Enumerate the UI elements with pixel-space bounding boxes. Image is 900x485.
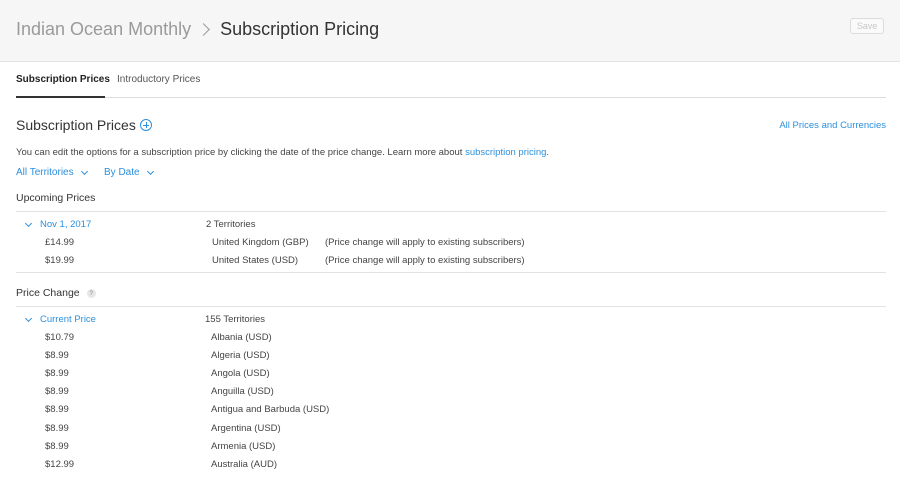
- question-icon[interactable]: ?: [86, 288, 96, 298]
- price-value: $8.99: [45, 423, 69, 434]
- section-title: Subscription Prices: [16, 117, 152, 133]
- price-value: $8.99: [45, 350, 69, 361]
- current-price-toggle[interactable]: Current Price: [24, 314, 96, 325]
- tab-introductory-prices[interactable]: Introductory Prices: [117, 74, 200, 85]
- territory-name: United Kingdom (GBP): [212, 237, 309, 248]
- save-button[interactable]: Save: [850, 18, 884, 34]
- upcoming-prices-title: Upcoming Prices: [16, 192, 95, 204]
- sort-filter-label: By Date: [104, 167, 140, 178]
- price-note: (Price change will apply to existing sub…: [325, 255, 525, 266]
- table-row: $8.99 Algeria (USD): [0, 350, 900, 368]
- table-row: $12.99 Australia (AUD): [0, 459, 900, 477]
- chevron-right-icon: [197, 23, 210, 36]
- active-tab-indicator: [16, 96, 105, 98]
- sort-filter[interactable]: By Date: [104, 167, 154, 178]
- territory-name: United States (USD): [212, 255, 299, 266]
- table-row: $8.99 Antigua and Barbuda (USD): [0, 404, 900, 422]
- table-row: $19.99 United States (USD) (Price change…: [0, 255, 900, 273]
- upcoming-date-toggle[interactable]: Nov 1, 2017: [24, 219, 91, 230]
- chevron-down-icon: [24, 314, 33, 322]
- price-value: £14.99: [45, 237, 75, 248]
- chevron-down-icon: [24, 219, 33, 227]
- tab-bar: Subscription Prices Introductory Prices: [16, 62, 886, 98]
- price-value: $8.99: [45, 404, 69, 415]
- upcoming-date-link[interactable]: Nov 1, 2017: [40, 219, 91, 230]
- price-value: $8.99: [45, 386, 69, 397]
- territory-name: Albania (USD): [211, 332, 272, 343]
- territory-name: Algeria (USD): [211, 350, 270, 361]
- chevron-down-icon: [80, 167, 88, 175]
- section-title-text: Subscription Prices: [16, 117, 136, 133]
- table-row: $8.99 Argentina (USD): [0, 423, 900, 441]
- price-value: $12.99: [45, 459, 75, 470]
- page-header: Indian Ocean Monthly Subscription Pricin…: [0, 0, 900, 62]
- territories-filter-label: All Territories: [16, 167, 74, 178]
- price-value: $8.99: [45, 441, 69, 452]
- table-row: $10.79 Albania (USD): [0, 332, 900, 350]
- price-value: $8.99: [45, 368, 69, 379]
- description-text: You can edit the options for a subscript…: [16, 147, 466, 158]
- current-territory-count: 155 Territories: [205, 314, 266, 325]
- page-title: Subscription Pricing: [220, 19, 380, 39]
- tab-subscription-prices[interactable]: Subscription Prices: [16, 74, 110, 85]
- table-row: £14.99 United Kingdom (GBP) (Price chang…: [0, 237, 900, 255]
- description: You can edit the options for a subscript…: [16, 147, 549, 158]
- territory-name: Armenia (USD): [211, 441, 276, 452]
- divider: [16, 211, 886, 212]
- price-note: (Price change will apply to existing sub…: [325, 237, 525, 248]
- table-row: $8.99 Angola (USD): [0, 368, 900, 386]
- territory-name: Antigua and Barbuda (USD): [211, 404, 330, 415]
- chevron-down-icon: [146, 167, 154, 175]
- price-change-title-text: Price Change: [16, 287, 80, 299]
- breadcrumb-parent-link[interactable]: Indian Ocean Monthly: [16, 19, 191, 40]
- upcoming-territory-count: 2 Territories: [206, 219, 256, 230]
- all-prices-link[interactable]: All Prices and Currencies: [779, 120, 886, 131]
- territory-name: Australia (AUD): [211, 459, 277, 470]
- territory-name: Angola (USD): [211, 368, 270, 379]
- price-value: $10.79: [45, 332, 75, 343]
- territories-filter[interactable]: All Territories: [16, 167, 88, 178]
- territory-name: Anguilla (USD): [211, 386, 274, 397]
- price-change-title: Price Change ?: [16, 287, 96, 299]
- breadcrumb: Indian Ocean Monthly Subscription Pricin…: [16, 19, 379, 40]
- price-value: $19.99: [45, 255, 75, 266]
- divider: [16, 306, 886, 307]
- territory-name: Argentina (USD): [211, 423, 281, 434]
- table-row: $8.99 Anguilla (USD): [0, 386, 900, 404]
- divider: [16, 272, 886, 273]
- current-price-link[interactable]: Current Price: [40, 314, 96, 325]
- upcoming-prices-title-text: Upcoming Prices: [16, 192, 96, 204]
- table-row: $8.99 Armenia (USD): [0, 441, 900, 459]
- subscription-pricing-link[interactable]: subscription pricing: [465, 147, 546, 158]
- plus-circle-icon[interactable]: [139, 119, 152, 131]
- description-end: .: [546, 147, 550, 158]
